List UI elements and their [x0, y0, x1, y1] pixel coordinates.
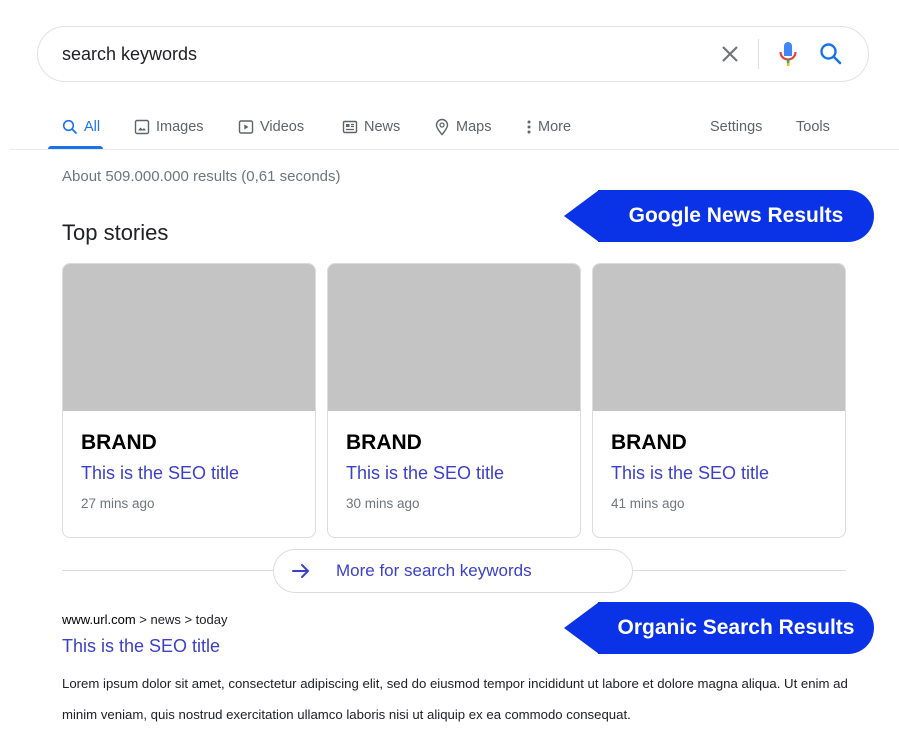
news-card-brand: BRAND — [611, 431, 687, 454]
callout-news-label: Google News Results — [628, 204, 844, 227]
search-icon — [62, 119, 78, 135]
tab-images[interactable]: Images — [134, 104, 204, 150]
news-card-title[interactable]: This is the SEO title — [81, 463, 239, 484]
news-card[interactable]: BRAND This is the SEO title 41 mins ago — [592, 263, 846, 538]
news-card[interactable]: BRAND This is the SEO title 30 mins ago — [327, 263, 581, 538]
news-card-time: 30 mins ago — [346, 496, 420, 511]
settings-link[interactable]: Settings — [710, 104, 762, 150]
more-vertical-icon — [527, 120, 531, 134]
tools-label: Tools — [796, 119, 830, 135]
map-pin-icon — [435, 118, 449, 136]
video-icon — [238, 120, 254, 134]
tab-maps[interactable]: Maps — [434, 104, 491, 150]
settings-label: Settings — [710, 119, 763, 135]
more-stories-button[interactable]: More for search keywords — [273, 549, 633, 593]
tab-label: All — [84, 119, 101, 135]
tab-all[interactable]: All — [62, 104, 100, 150]
result-snippet: Lorem ipsum dolor sit amet, consectetur … — [62, 676, 848, 722]
result-title-link[interactable]: This is the SEO title — [62, 636, 220, 657]
news-card-image — [593, 264, 845, 411]
tools-link[interactable]: Tools — [796, 104, 830, 150]
tabs-divider — [10, 149, 899, 150]
image-icon — [134, 119, 150, 135]
news-card-title[interactable]: This is the SEO title — [346, 463, 504, 484]
callout-organic-label: Organic Search Results — [617, 616, 855, 639]
top-stories-heading: Top stories — [62, 220, 169, 245]
result-url-path: > news > today — [135, 612, 228, 627]
tab-label: More — [538, 119, 572, 135]
tab-label: Images — [156, 119, 204, 135]
result-url-domain: www.url.com — [62, 612, 136, 627]
result-stats: About 509.000.000 results (0,61 seconds) — [62, 168, 341, 185]
arrow-right-icon — [292, 564, 309, 578]
tab-label: News — [364, 119, 401, 135]
search-bar — [37, 26, 869, 82]
news-card-brand: BRAND — [81, 431, 157, 454]
news-card-brand: BRAND — [346, 431, 422, 454]
mic-icon[interactable] — [776, 40, 800, 68]
callout-news: Google News Results — [564, 190, 874, 242]
result-url: www.url.com > news > today — [62, 612, 227, 627]
tab-news[interactable]: News — [342, 104, 400, 150]
tab-more[interactable]: More — [526, 104, 571, 150]
more-stories-label: More for search keywords — [336, 561, 532, 580]
tab-videos[interactable]: Videos — [238, 104, 304, 150]
news-card-title[interactable]: This is the SEO title — [611, 463, 769, 484]
news-card-image — [63, 264, 315, 411]
tab-label: Videos — [260, 119, 305, 135]
news-card-image — [328, 264, 580, 411]
search-tabs: All Images Videos News Maps More Setting… — [0, 104, 899, 150]
search-divider — [758, 39, 759, 69]
tab-label: Maps — [456, 119, 492, 135]
search-icon[interactable] — [818, 41, 844, 67]
news-card-time: 27 mins ago — [81, 496, 155, 511]
news-card[interactable]: BRAND This is the SEO title 27 mins ago — [62, 263, 316, 538]
news-icon — [342, 120, 358, 134]
clear-icon[interactable] — [718, 42, 742, 66]
search-input[interactable] — [62, 27, 662, 81]
news-card-time: 41 mins ago — [611, 496, 685, 511]
callout-organic: Organic Search Results — [564, 602, 874, 654]
